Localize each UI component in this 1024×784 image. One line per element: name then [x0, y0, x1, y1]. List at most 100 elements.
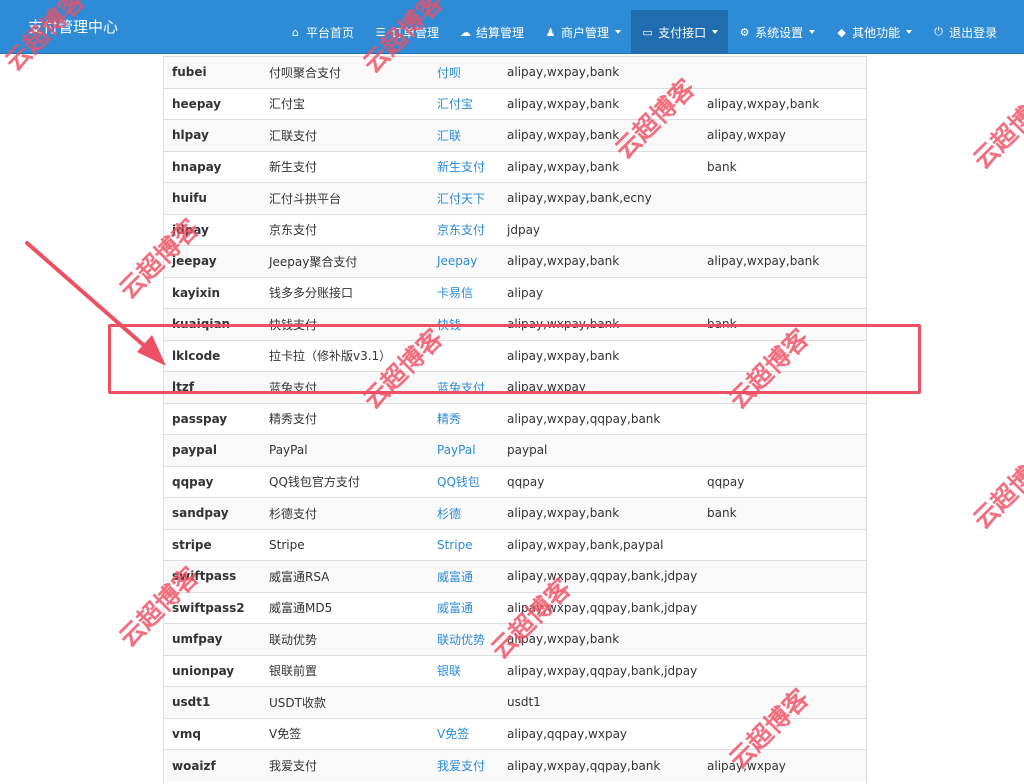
plugin-link[interactable]: 付呗	[429, 56, 499, 88]
plugin-types: usdt1	[499, 686, 699, 718]
brand-title[interactable]: 支付管理中心	[28, 0, 118, 54]
nav-item-4[interactable]: ▭ 支付接口	[631, 10, 729, 54]
table-row: unionpay 银联前置 银联 alipay,wxpay,qqpay,bank,jd…	[164, 654, 866, 687]
plugin-transfer-types: bank	[699, 308, 866, 340]
caret-down-icon	[712, 30, 719, 34]
plugin-transfer-types: alipay,wxpay,bank	[699, 87, 866, 120]
plugin-code: hlpay	[164, 119, 261, 151]
cube-icon: ◆	[837, 25, 846, 39]
plugin-link[interactable]: 汇付天下	[429, 182, 499, 214]
plugin-transfer-types: qqpay	[699, 465, 866, 498]
nav-item-label: 支付接口	[658, 25, 707, 40]
top-navbar: 支付管理中心 ⌂ 平台首页 ☰ 订单管理 ☁ 结算管理 ♟ 商户管理 ▭ 支付接口 ⚙ 系统设置 ◆ 其他…	[0, 0, 1024, 54]
plugin-name: 钱多多分账接口	[261, 276, 429, 309]
plugin-types: alipay	[499, 276, 699, 309]
plugin-types: alipay,wxpay,bank	[499, 308, 699, 340]
plugin-transfer-types: alipay,wxpay	[699, 749, 866, 781]
plugin-transfer-types	[699, 56, 866, 88]
nav-item-6[interactable]: ◆ 其他功能	[825, 10, 922, 54]
plugin-types: qqpay	[499, 465, 699, 498]
plugin-link[interactable]: Jeepay	[429, 245, 499, 277]
table-row: ltzf 蓝兔支付 蓝兔支付 alipay,wxpay	[164, 371, 866, 403]
nav-item-7[interactable]: ⏻ 退出登录	[922, 10, 1007, 54]
caret-down-icon	[615, 30, 622, 34]
plugin-transfer-types	[699, 560, 866, 592]
plugin-link[interactable]: 威富通	[429, 591, 499, 624]
plugin-code: paypal	[164, 434, 261, 466]
table-row: vmq V免签 V免签 alipay,qqpay,wxpay	[164, 717, 866, 750]
plugin-link	[429, 339, 499, 372]
plugin-link	[429, 686, 499, 718]
watermark: 云超博客	[967, 443, 1024, 535]
plugin-link[interactable]: QQ钱包	[429, 465, 499, 498]
plugin-transfer-types	[699, 717, 866, 750]
plugin-link[interactable]: 精秀	[429, 402, 499, 435]
plugin-link[interactable]: PayPal	[429, 434, 499, 466]
payment-plugin-table: fubei 付呗聚合支付 付呗 alipay,wxpay,bank heepay 汇付宝汇…	[164, 56, 866, 781]
plugin-code: fubei	[164, 56, 261, 88]
table-row: swiftpass 威富通RSA 威富通 alipay,wxpay,qqpay,ban…	[164, 560, 866, 592]
nav-item-2[interactable]: ☁ 结算管理	[449, 10, 534, 54]
plugin-code: stripe	[164, 528, 261, 561]
table-row: hlpay 汇联支付 汇联 alipay,wxpay,bank alipay,wxpay	[164, 119, 866, 151]
plugin-code: umfpay	[164, 623, 261, 655]
plugin-transfer-types	[699, 339, 866, 372]
plugin-name: 汇联支付	[261, 119, 429, 151]
plugin-link[interactable]: 汇付宝	[429, 87, 499, 120]
nav-item-0[interactable]: ⌂ 平台首页	[279, 10, 364, 54]
plugin-transfer-types	[699, 654, 866, 687]
plugin-transfer-types	[699, 686, 866, 718]
nav-item-label: 平台首页	[306, 25, 355, 40]
plugin-link[interactable]: Stripe	[429, 528, 499, 561]
plugin-link[interactable]: 新生支付	[429, 150, 499, 183]
plugin-name: QQ钱包官方支付	[261, 465, 429, 498]
table-row: fubei 付呗聚合支付 付呗 alipay,wxpay,bank	[164, 56, 866, 88]
nav-item-label: 结算管理	[476, 25, 525, 40]
table-row: qqpay QQ钱包官方支付 QQ钱包 qqpay qqpay	[164, 465, 866, 498]
plugin-code: usdt1	[164, 686, 261, 718]
plugin-types: alipay,wxpay,qqpay,bank	[499, 749, 699, 781]
arrow-shaft	[25, 241, 150, 351]
plugin-types: alipay,wxpay,qqpay,bank,jdpay	[499, 591, 699, 624]
plugin-link[interactable]: 联动优势	[429, 623, 499, 655]
plugin-link[interactable]: 银联	[429, 654, 499, 687]
plugin-link[interactable]: 汇联	[429, 119, 499, 151]
plugin-transfer-types	[699, 371, 866, 403]
plugin-link[interactable]: 威富通	[429, 560, 499, 592]
plugin-link[interactable]: 蓝兔支付	[429, 371, 499, 403]
user-icon: ♟	[545, 25, 556, 39]
table-row: paypal PayPal PayPal paypal	[164, 434, 866, 466]
plugin-transfer-types	[699, 276, 866, 309]
table-row: kayixin 钱多多分账接口 卡易信 alipay	[164, 276, 866, 309]
plugin-types: alipay,wxpay,qqpay,bank,jdpay	[499, 654, 699, 687]
plugin-code: qqpay	[164, 465, 261, 498]
plugin-types: alipay,wxpay,qqpay,bank,jdpay	[499, 560, 699, 592]
nav-item-label: 商户管理	[561, 25, 610, 40]
plugin-name: 我爱支付	[261, 749, 429, 781]
nav-item-1[interactable]: ☰ 订单管理	[364, 10, 449, 54]
plugin-name: 蓝兔支付	[261, 371, 429, 403]
nav-item-3[interactable]: ♟ 商户管理	[534, 10, 631, 54]
plugin-link[interactable]: 卡易信	[429, 276, 499, 309]
plugin-code: jeepay	[164, 245, 261, 277]
table-row: kuaiqian 快钱支付 快钱 alipay,wxpay,bank bank	[164, 308, 866, 340]
plugin-code: unionpay	[164, 654, 261, 687]
plugin-code: vmq	[164, 717, 261, 750]
plugin-types: alipay,wxpay,bank	[499, 245, 699, 277]
plugin-name: USDT收款	[261, 686, 429, 718]
plugin-link[interactable]: 我爱支付	[429, 749, 499, 781]
plugin-types: alipay,wxpay,bank	[499, 339, 699, 372]
main-nav: ⌂ 平台首页 ☰ 订单管理 ☁ 结算管理 ♟ 商户管理 ▭ 支付接口 ⚙ 系统设置 ◆ 其他功能 ⏻ 退出登录	[279, 10, 1007, 54]
list-icon: ☰	[375, 25, 386, 39]
plugin-code: kayixin	[164, 276, 261, 309]
nav-item-5[interactable]: ⚙ 系统设置	[728, 10, 825, 54]
plugin-code: woaizf	[164, 749, 261, 781]
plugin-link[interactable]: 杉德	[429, 497, 499, 529]
plugin-link[interactable]: 快钱	[429, 308, 499, 340]
plugin-code: passpay	[164, 402, 261, 435]
table-row: usdt1 USDT收款 usdt1	[164, 686, 866, 718]
plugin-link[interactable]: 京东支付	[429, 213, 499, 246]
plugin-link[interactable]: V免签	[429, 717, 499, 750]
cloud-icon: ☁	[460, 25, 472, 39]
plugin-name: 汇付宝	[261, 87, 429, 120]
